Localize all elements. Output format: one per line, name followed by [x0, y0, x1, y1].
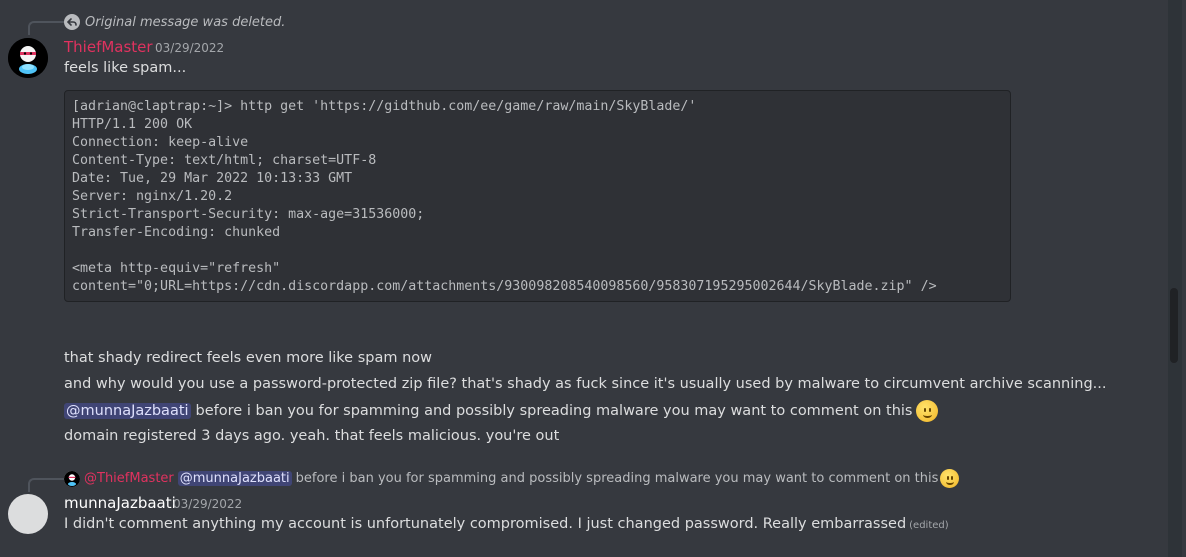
code-line: Connection: keep-alive — [72, 135, 249, 150]
avatar[interactable] — [8, 38, 48, 78]
reply-spine — [28, 478, 64, 492]
slightly-smiling-face-icon — [940, 469, 960, 488]
reply-spine — [28, 21, 64, 35]
code-line: Transfer-Encoding: chunked — [72, 225, 281, 240]
message-text: feels like spam... — [64, 60, 187, 76]
message-text: I didn't comment anything my account is … — [64, 516, 949, 532]
reply-preview-text: before i ban you for spamming and possib… — [295, 471, 939, 486]
slightly-smiling-face-icon[interactable] — [916, 400, 939, 422]
reply-author[interactable]: @ThiefMaster — [84, 471, 174, 486]
user-mention[interactable]: @munnaJazbaati — [177, 471, 292, 486]
code-block: [adrian@claptrap:~]> http get 'https://g… — [64, 90, 1011, 302]
avatar — [64, 470, 80, 487]
code-line: Date: Tue, 29 Mar 2022 10:13:33 GMT — [72, 171, 353, 186]
code-line: Strict-Transport-Security: max-age=31536… — [72, 207, 425, 222]
scrollbar-thumb[interactable] — [1170, 288, 1178, 363]
reply-context-deleted[interactable]: Original message was deleted. — [64, 14, 285, 30]
message-author[interactable]: munnaJazbaati — [64, 494, 176, 512]
edited-label: (edited) — [909, 520, 949, 531]
code-line: Server: nginx/1.20.2 — [72, 189, 233, 204]
message-timestamp[interactable]: 03/29/2022 — [173, 497, 242, 511]
message-timestamp[interactable]: 03/29/2022 — [155, 41, 224, 55]
message-text-body: I didn't comment anything my account is … — [64, 516, 907, 532]
avatar[interactable] — [8, 494, 48, 534]
reply-context[interactable]: @ThiefMaster @munnaJazbaati before i ban… — [64, 469, 960, 488]
message-text: and why would you use a password-protect… — [64, 376, 1107, 392]
message-text: that shady redirect feels even more like… — [64, 350, 433, 366]
message-text-body: before i ban you for spamming and possib… — [195, 403, 913, 419]
scrollbar-track[interactable] — [1168, 0, 1182, 557]
message-text: @munnaJazbaati before i ban you for spam… — [64, 400, 939, 422]
message-text: domain registered 3 days ago. yeah. that… — [64, 428, 560, 444]
code-line: [adrian@claptrap:~]> http get 'https://g… — [72, 99, 697, 114]
code-line: HTTP/1.1 200 OK — [72, 117, 193, 132]
user-mention[interactable]: @munnaJazbaati — [64, 403, 191, 419]
deleted-message-text: Original message was deleted. — [85, 14, 286, 30]
code-line: content="0;URL=https://cdn.discordapp.co… — [72, 279, 937, 294]
code-line: Content-Type: text/html; charset=UTF-8 — [72, 153, 377, 168]
code-line: <meta http-equiv="refresh" — [72, 261, 281, 276]
message-author[interactable]: ThiefMaster — [64, 38, 153, 56]
reply-arrow-icon — [64, 14, 80, 30]
